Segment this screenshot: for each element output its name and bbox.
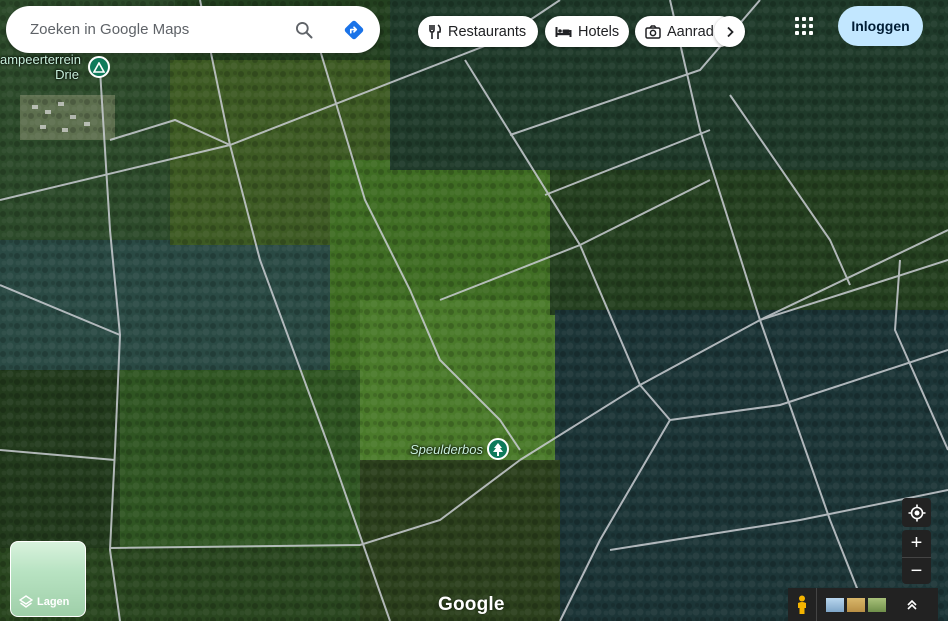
campground-icon[interactable]: [88, 56, 110, 78]
restaurant-icon: [429, 23, 442, 39]
poi-label: ampeerterrein: [0, 52, 81, 67]
google-logo: Google: [438, 594, 505, 615]
chip-label: Hotels: [578, 23, 620, 40]
directions-icon[interactable]: [341, 17, 367, 43]
poi-label: Speulderbos: [410, 441, 483, 457]
layers-label-group: Lagen: [19, 595, 69, 609]
my-location-button[interactable]: [902, 498, 931, 527]
search-input[interactable]: [28, 20, 282, 39]
layers-icon: [19, 595, 33, 608]
thumbnail[interactable]: [826, 597, 844, 612]
zoom-out-button[interactable]: −: [902, 557, 931, 584]
chip-restaurants[interactable]: Restaurants: [418, 16, 538, 47]
forest-icon: [487, 438, 509, 460]
camera-icon: [645, 24, 661, 39]
poi-label: Drie: [55, 67, 79, 82]
zoom-in-button[interactable]: +: [902, 530, 931, 557]
search-box: [6, 6, 380, 53]
search-icon[interactable]: [291, 17, 317, 43]
thumbnail[interactable]: [868, 597, 886, 612]
chevron-right-icon: [726, 26, 734, 37]
chip-hotels[interactable]: Hotels: [545, 16, 629, 47]
hotel-icon: [555, 26, 572, 37]
map-imagery: [0, 0, 948, 621]
chip-label: Restaurants: [448, 23, 527, 40]
my-location-icon: [908, 504, 925, 521]
pegman-icon[interactable]: [788, 588, 817, 621]
chips-scroll-right-button[interactable]: [714, 16, 745, 47]
imagery-thumbnails[interactable]: [826, 597, 886, 612]
thumbnail[interactable]: [847, 597, 865, 612]
bottom-toolbar: [788, 588, 938, 621]
satellite-map[interactable]: [0, 0, 948, 621]
poi-campground[interactable]: ampeerterrein Drie: [0, 52, 85, 82]
layers-label: Lagen: [37, 596, 70, 608]
signin-button[interactable]: Inloggen: [838, 6, 923, 46]
apps-grid-icon[interactable]: [791, 13, 817, 39]
poi-speulderbos[interactable]: Speulderbos: [410, 438, 509, 460]
layers-button[interactable]: Lagen: [10, 541, 86, 617]
expand-up-icon[interactable]: [906, 599, 918, 611]
